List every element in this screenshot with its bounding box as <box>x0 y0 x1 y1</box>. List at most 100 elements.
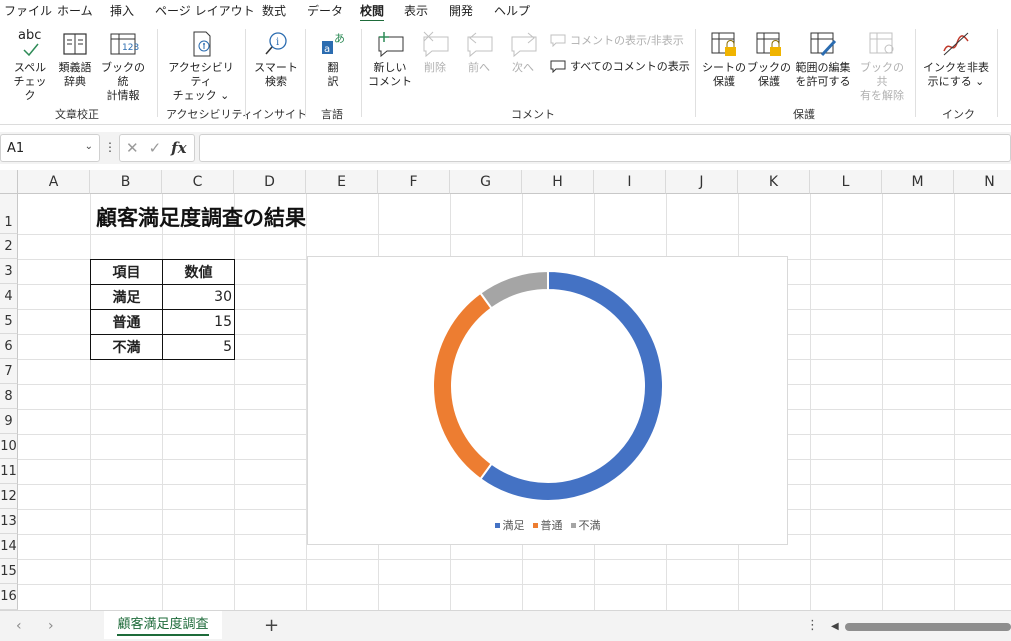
menu-data[interactable]: データ <box>307 2 343 19</box>
menu-view[interactable]: 表示 <box>404 2 428 19</box>
column-header-h[interactable]: H <box>522 170 594 194</box>
new-comment-button[interactable]: 新しい コメント <box>368 29 412 89</box>
enter-icon[interactable]: ✓ <box>149 139 162 157</box>
next-sheet-icon[interactable]: › <box>48 618 54 634</box>
protect-sheet-button[interactable]: シートの 保護 <box>702 29 746 89</box>
doughnut-slice-2[interactable] <box>432 291 493 481</box>
table-cell-label[interactable]: 不満 <box>90 334 163 360</box>
row-header-9[interactable]: 9 <box>0 409 18 434</box>
formula-input[interactable] <box>199 134 1011 162</box>
delete-comment-button[interactable]: 削除 <box>416 29 454 75</box>
previous-sheet-icon[interactable]: ‹ <box>16 618 22 634</box>
column-header-n[interactable]: N <box>954 170 1011 194</box>
table-cell-value[interactable]: 30 <box>162 284 235 310</box>
column-header-e[interactable]: E <box>306 170 378 194</box>
unshare-workbook-button[interactable]: ブックの共 有を解除 <box>856 29 908 103</box>
horizontal-scrollbar[interactable] <box>845 623 1011 631</box>
table-cell-value[interactable]: 15 <box>162 309 235 335</box>
menu-insert[interactable]: 挿入 <box>110 2 134 19</box>
legend-swatch <box>532 522 538 528</box>
column-header-l[interactable]: L <box>810 170 882 194</box>
column-header-d[interactable]: D <box>234 170 306 194</box>
menu-review[interactable]: 校閲 <box>360 2 385 22</box>
menu-page-layout[interactable]: ページ レイアウト <box>155 2 255 19</box>
next-comment-button[interactable]: 次へ <box>504 29 542 75</box>
row-header-4[interactable]: 4 <box>0 284 18 309</box>
doughnut-chart[interactable]: 満足 普通 不満 <box>307 256 788 545</box>
row-header-5[interactable]: 5 <box>0 309 18 334</box>
doughnut-slice-1[interactable] <box>479 269 664 502</box>
spelling-button[interactable]: abc スペル チェック <box>10 29 50 103</box>
add-sheet-button[interactable]: + <box>264 615 279 636</box>
group-label-ink: インク <box>942 108 975 121</box>
sheet-tab-active[interactable]: 顧客満足度調査 <box>104 611 222 639</box>
scroll-left-icon[interactable]: ◀ <box>831 621 839 632</box>
allow-edit-ranges-button[interactable]: 範囲の編集 を許可する <box>792 29 854 89</box>
menu-developer[interactable]: 開発 <box>449 2 473 19</box>
row-header-11[interactable]: 11 <box>0 459 18 484</box>
smart-lookup-button[interactable]: i スマート 検索 <box>253 29 299 89</box>
insert-function-button[interactable]: fx <box>171 139 186 157</box>
show-hide-comment-button[interactable]: コメントの表示/非表示 <box>550 32 684 48</box>
menu-home[interactable]: ホーム <box>57 2 93 19</box>
more-options-icon[interactable]: ⋮ <box>104 140 116 154</box>
menu-file[interactable]: ファイル <box>4 2 52 19</box>
menu-help[interactable]: ヘルプ <box>494 2 530 19</box>
menu-formulas[interactable]: 数式 <box>262 2 286 19</box>
gridline <box>810 194 811 610</box>
hide-ink-button[interactable]: インクを非表 示にする ⌄ <box>922 29 990 89</box>
translate-button[interactable]: aあ 翻 訳 <box>314 29 352 89</box>
cancel-icon[interactable]: ✕ <box>126 139 139 157</box>
column-header-c[interactable]: C <box>162 170 234 194</box>
show-all-comments-icon <box>550 60 566 73</box>
previous-comment-button[interactable]: 前へ <box>460 29 498 75</box>
column-header-a[interactable]: A <box>18 170 90 194</box>
select-all-corner[interactable] <box>0 170 18 194</box>
column-header-i[interactable]: I <box>594 170 666 194</box>
svg-text:a: a <box>324 44 330 55</box>
table-header-cell[interactable]: 数値 <box>162 259 235 285</box>
legend-item[interactable]: 不満 <box>570 517 601 533</box>
check-accessibility-button[interactable]: アクセシビリティ チェック ⌄ <box>164 29 238 103</box>
new-comment-icon <box>378 32 404 58</box>
column-header-k[interactable]: K <box>738 170 810 194</box>
row-header-13[interactable]: 13 <box>0 509 18 534</box>
row-header-12[interactable]: 12 <box>0 484 18 509</box>
row-header-15[interactable]: 15 <box>0 559 18 584</box>
row-header-2[interactable]: 2 <box>0 234 18 259</box>
column-header-b[interactable]: B <box>90 170 162 194</box>
row-header-3[interactable]: 3 <box>0 259 18 284</box>
column-header-m[interactable]: M <box>882 170 954 194</box>
table-cell-value[interactable]: 5 <box>162 334 235 360</box>
doughnut-slice-3[interactable] <box>479 269 549 310</box>
column-header-g[interactable]: G <box>450 170 522 194</box>
group-separator <box>997 29 998 117</box>
row-header-16[interactable]: 16 <box>0 584 18 610</box>
sheet-title[interactable]: 顧客満足度調査の結果 <box>96 202 306 232</box>
smart-lookup-icon: i <box>265 32 287 55</box>
row-header-7[interactable]: 7 <box>0 359 18 384</box>
show-all-comments-button[interactable]: すべてのコメントの表示 <box>550 58 690 74</box>
legend-item[interactable]: 普通 <box>532 517 563 533</box>
row-header-8[interactable]: 8 <box>0 384 18 409</box>
legend-item[interactable]: 満足 <box>494 517 525 533</box>
workbook-statistics-button[interactable]: 123 ブックの統 計情報 <box>98 29 148 103</box>
row-header-6[interactable]: 6 <box>0 334 18 359</box>
table-cell-label[interactable]: 満足 <box>90 284 163 310</box>
chevron-down-icon[interactable]: ⌄ <box>85 141 93 152</box>
svg-text:あ: あ <box>334 32 345 45</box>
protect-workbook-button[interactable]: ブックの 保護 <box>747 29 791 89</box>
name-box[interactable]: A1 ⌄ <box>0 134 100 162</box>
previous-comment-icon <box>467 32 493 58</box>
row-header-1[interactable]: 1 <box>0 194 18 234</box>
table-header-cell[interactable]: 項目 <box>90 259 163 285</box>
gridline <box>234 194 235 610</box>
more-icon[interactable]: ⋮ <box>806 618 819 633</box>
column-header-f[interactable]: F <box>378 170 450 194</box>
legend-label: 満足 <box>502 519 525 532</box>
row-header-10[interactable]: 10 <box>0 434 18 459</box>
row-header-14[interactable]: 14 <box>0 534 18 559</box>
thesaurus-button[interactable]: 類義語 辞典 <box>55 29 95 89</box>
table-cell-label[interactable]: 普通 <box>90 309 163 335</box>
column-header-j[interactable]: J <box>666 170 738 194</box>
